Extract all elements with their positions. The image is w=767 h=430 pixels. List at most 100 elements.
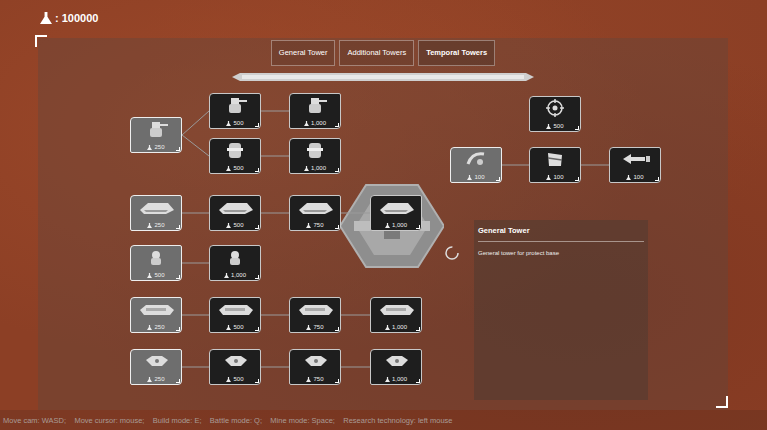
node-cost: 500 [147, 272, 164, 279]
corner-tick [255, 327, 259, 331]
node-cost: 500 [226, 324, 243, 331]
resource-counter: : 100000 [40, 12, 98, 24]
research-panel: General TowerAdditional TowersTemporal T… [38, 38, 728, 410]
tower-node[interactable]: 750 [289, 297, 341, 333]
platform-icon [295, 198, 335, 218]
tower-node[interactable]: 100 [609, 147, 661, 183]
node-cost: 1,000 [385, 376, 407, 383]
status-bar: Move cam: WASD; Move cursor: mouse; Buil… [0, 410, 767, 430]
corner-tick [416, 327, 420, 331]
node-cost: 750 [306, 222, 323, 229]
flask-icon [226, 223, 231, 228]
flask-icon [147, 223, 152, 228]
node-cost: 1,000 [304, 165, 326, 172]
cost-value: 500 [233, 376, 243, 383]
flask-icon [467, 175, 472, 180]
tab[interactable]: Additional Towers [339, 40, 414, 66]
cost-value: 500 [233, 165, 243, 172]
flask-icon [226, 121, 231, 126]
barrel-icon [295, 141, 335, 161]
flask-icon [147, 377, 152, 382]
corner-tick [335, 327, 339, 331]
node-cost: 500 [226, 165, 243, 172]
tower-node[interactable]: 500 [209, 297, 261, 333]
node-cost: 750 [306, 376, 323, 383]
node-cost: 500 [226, 120, 243, 127]
cost-value: 500 [233, 222, 243, 229]
flask-icon [385, 377, 390, 382]
pad-icon [136, 352, 176, 372]
barrel-icon [215, 141, 255, 161]
flask-icon [224, 273, 229, 278]
tower-node[interactable]: 250 [130, 117, 182, 153]
platform-icon [136, 198, 176, 218]
crosshair-icon [535, 99, 575, 119]
cost-value: 500 [553, 123, 563, 130]
controls-hint: Move cam: WASD; Move cursor: mouse; Buil… [3, 416, 453, 425]
tower-node[interactable]: 1,000 [289, 138, 341, 174]
corner-bracket-icon [716, 396, 728, 408]
corner-tick [335, 379, 339, 383]
node-cost: 250 [147, 222, 164, 229]
flask-icon [40, 12, 52, 24]
tower-node[interactable]: 750 [289, 349, 341, 385]
node-cost: 500 [226, 376, 243, 383]
flask-icon [147, 145, 152, 150]
cost-value: 100 [474, 174, 484, 181]
resource-value: : 100000 [55, 12, 98, 24]
flask-icon [306, 325, 311, 330]
tower-node[interactable]: 500 [529, 96, 581, 132]
flask-icon [546, 175, 551, 180]
node-cost: 1,000 [304, 120, 326, 127]
header: : 100000 [0, 0, 767, 38]
tower-node[interactable]: 1,000 [370, 195, 422, 231]
corner-tick [496, 177, 500, 181]
tower-node[interactable]: 500 [209, 93, 261, 129]
tower-node[interactable]: 1,000 [370, 297, 422, 333]
slab-icon [295, 300, 335, 320]
tower-node[interactable]: 1,000 [209, 245, 261, 281]
tower-node[interactable]: 500 [209, 195, 261, 231]
tower-node[interactable]: 500 [209, 349, 261, 385]
tab[interactable]: General Tower [271, 40, 336, 66]
tower-node[interactable]: 250 [130, 195, 182, 231]
tower-node[interactable]: 100 [529, 147, 581, 183]
flask-icon [226, 325, 231, 330]
node-cost: 500 [546, 123, 563, 130]
cost-value: 750 [313, 222, 323, 229]
corner-tick [335, 225, 339, 229]
tower-node[interactable]: 750 [289, 195, 341, 231]
cost-value: 1,000 [311, 165, 326, 172]
tower-node[interactable]: 500 [130, 245, 182, 281]
node-cost: 100 [626, 174, 643, 181]
flask-icon [226, 377, 231, 382]
tower-node[interactable]: 250 [130, 349, 182, 385]
corner-tick [335, 168, 339, 172]
corner-tick [335, 123, 339, 127]
node-cost: 100 [467, 174, 484, 181]
tower-node[interactable]: 1,000 [370, 349, 422, 385]
turret-icon [295, 96, 335, 116]
tower-node[interactable]: 250 [130, 297, 182, 333]
corner-tick [255, 168, 259, 172]
cost-value: 250 [154, 376, 164, 383]
flask-icon [385, 325, 390, 330]
flask-icon [306, 223, 311, 228]
pad-icon [295, 352, 335, 372]
tower-node[interactable]: 1,000 [289, 93, 341, 129]
corner-tick [255, 275, 259, 279]
cost-value: 250 [154, 144, 164, 151]
tower-node[interactable]: 100 [450, 147, 502, 183]
cost-value: 100 [633, 174, 643, 181]
shield-icon [535, 150, 575, 170]
arc-icon [456, 150, 496, 170]
tower-node[interactable]: 500 [209, 138, 261, 174]
cost-value: 500 [233, 120, 243, 127]
corner-tick [416, 225, 420, 229]
cost-value: 750 [313, 376, 323, 383]
pad-icon [376, 352, 416, 372]
tab[interactable]: Temporal Towers [418, 40, 495, 66]
corner-tick [416, 379, 420, 383]
info-description: General tower for protect base [478, 242, 644, 256]
slab-icon [376, 300, 416, 320]
